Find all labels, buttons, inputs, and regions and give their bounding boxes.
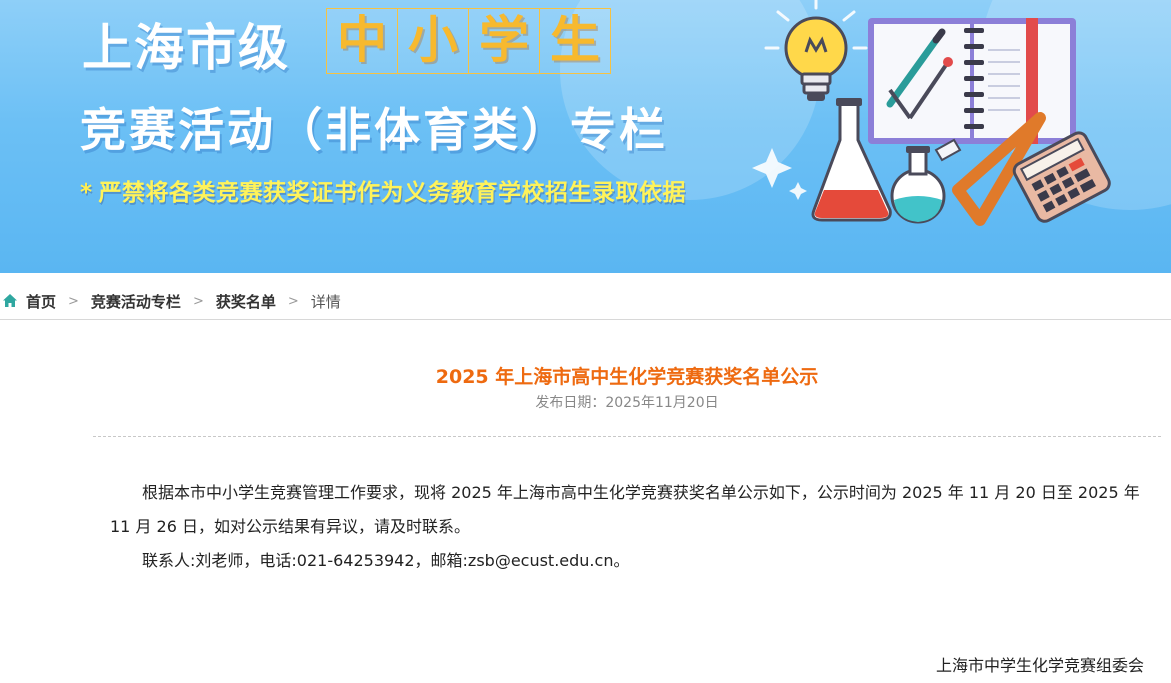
article-body: 根据本市中小学生竞赛管理工作要求，现将 2025 年上海市高中生化学竞赛获奖名单… (110, 476, 1146, 578)
chevron-right-icon: > (192, 293, 204, 309)
chevron-right-icon: > (68, 293, 79, 309)
notice-star: * (80, 180, 93, 206)
banner-highlight-char: 学 (468, 8, 540, 74)
notice-text: 严禁将各类竞赛获奖证书作为义务教育学校招生录取依据 (98, 180, 687, 206)
article-title: 2025 年上海市高中生化学竞赛获奖名单公示 (435, 366, 819, 388)
banner-title-prefix: 上海市级 (82, 19, 290, 77)
breadcrumb-current: 详情 (310, 292, 341, 311)
notebook-icon (868, 18, 1076, 144)
breadcrumb-divider (0, 319, 1171, 320)
home-icon[interactable] (2, 293, 18, 309)
contact-paragraph: 联系人:刘老师，电话:021-64253942，邮箱:zsb@ecust.edu… (142, 551, 630, 570)
article-divider (93, 436, 1161, 437)
banner-highlight-char: 中 (326, 8, 398, 74)
banner-title-line2: 竞赛活动（非体育类）专栏 (80, 103, 668, 157)
lightbulb-icon (764, 0, 868, 101)
banner-highlight-char: 小 (397, 8, 469, 74)
chevron-right-icon: > (287, 293, 299, 309)
banner-illustration (752, 0, 1111, 226)
publish-date: 发布日期：2025年11月20日 (535, 395, 719, 411)
banner-highlight-char: 生 (539, 8, 611, 74)
banner-notice: * 严禁将各类竞赛获奖证书作为义务教育学校招生录取依据 (80, 176, 686, 210)
header-banner: 上海市级 中 小 学 生 竞赛活动（非体育类）专栏 * 严禁将各类竞赛获奖证书作为… (0, 0, 1171, 273)
breadcrumb-link-competition-column[interactable]: 竞赛活动专栏 (91, 291, 181, 312)
article-paragraph: 根据本市中小学生竞赛管理工作要求，现将 2025 年上海市高中生化学竞赛获奖名单… (110, 483, 1140, 536)
banner-title-highlight: 中 小 学 生 (326, 8, 611, 74)
breadcrumb-home-link[interactable]: 首页 (26, 291, 56, 312)
sparkle-icon (752, 148, 807, 200)
breadcrumb: 首页 > 竞赛活动专栏 > 获奖名单 > 详情 (0, 283, 1171, 319)
article-signature: 上海市中学生化学竞赛组委会 (935, 656, 1144, 675)
breadcrumb-link-award-list[interactable]: 获奖名单 (216, 291, 276, 312)
